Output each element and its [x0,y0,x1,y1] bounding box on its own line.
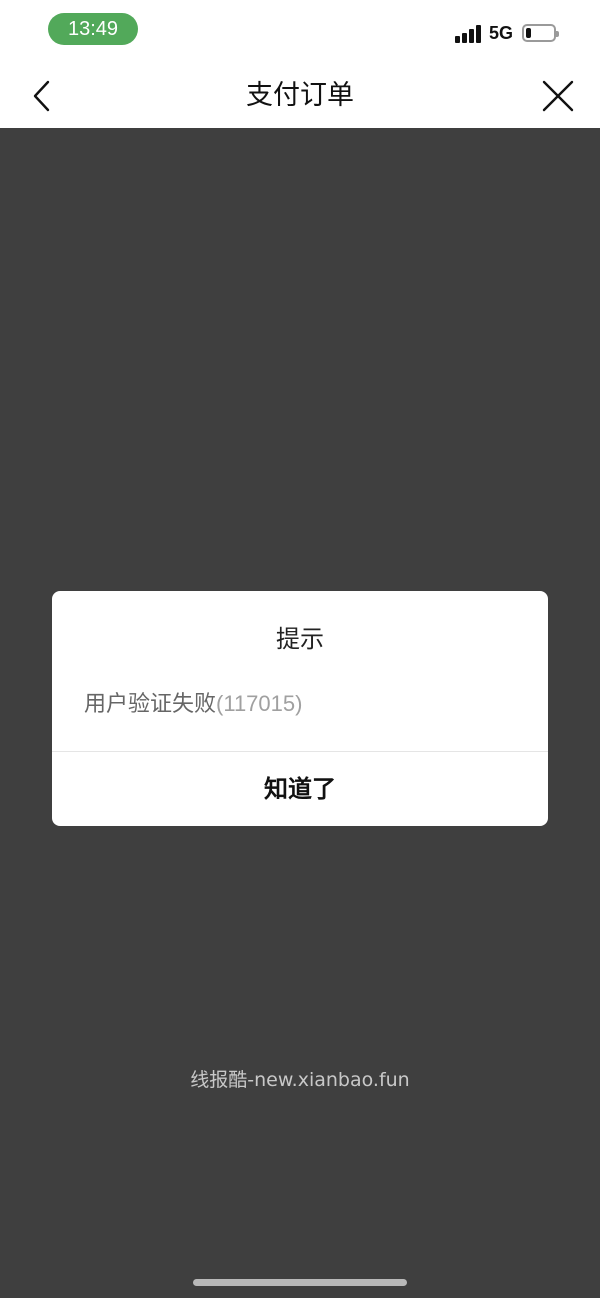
page-title: 支付订单 [246,80,354,111]
alert-dialog: 提示 用户验证失败(117015) 知道了 [52,591,548,826]
status-bar: 13:49 5G [0,0,600,64]
chevron-left-icon [33,80,50,112]
confirm-button[interactable]: 知道了 [52,752,548,826]
back-button[interactable] [26,78,62,114]
watermark-text: 线报酷-new.xianbao.fun [190,1069,410,1091]
dialog-title: 提示 [276,625,324,653]
nav-bar: 支付订单 [0,64,600,128]
close-icon [542,80,574,112]
error-code: (117015) [216,691,303,716]
close-button[interactable] [538,78,578,114]
home-indicator[interactable] [193,1279,407,1286]
time-indicator: 13:49 [48,13,138,45]
battery-icon [522,24,559,42]
dialog-message-text: 用户验证失败 [84,692,217,717]
battery-level [526,28,531,38]
dialog-message: 用户验证失败(117015) [84,686,302,718]
network-type: 5G [489,23,514,43]
cellular-signal-icon [455,25,483,43]
